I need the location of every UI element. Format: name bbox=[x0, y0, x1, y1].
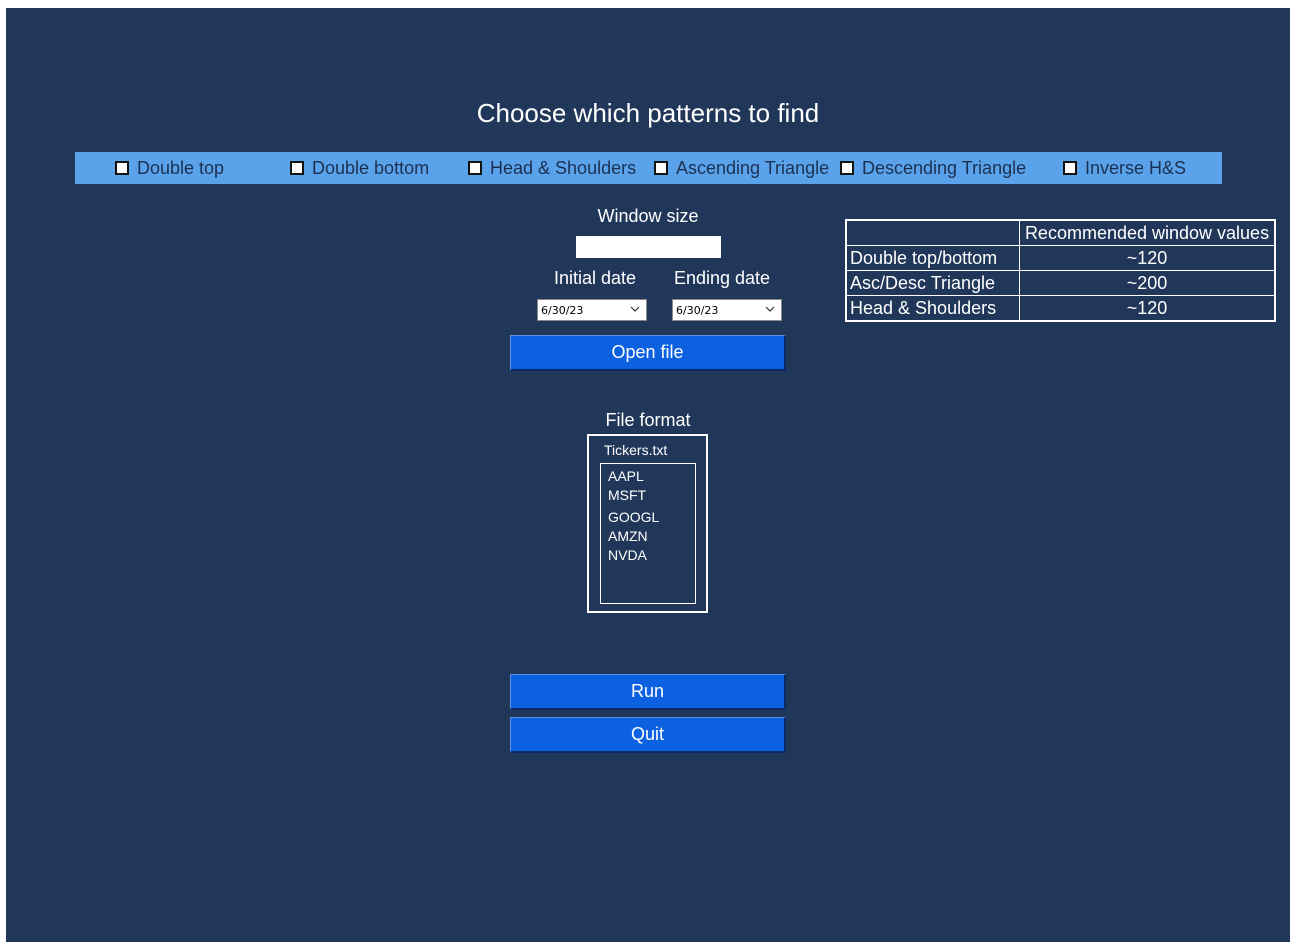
table-row: Asc/Desc Triangle ~200 bbox=[845, 270, 1276, 296]
ticker-item: AMZN bbox=[608, 528, 648, 544]
table-cell-value: ~200 bbox=[1019, 270, 1276, 296]
checkbox-label: Ascending Triangle bbox=[676, 157, 830, 178]
table-cell-value: ~120 bbox=[1019, 295, 1276, 322]
file-content-box: AAPL MSFT GOOGL AMZN NVDA bbox=[600, 463, 696, 604]
ending-date-label: Ending date bbox=[673, 268, 771, 288]
ticker-item: GOOGL bbox=[608, 509, 660, 525]
table-row: Double top/bottom ~120 bbox=[845, 245, 1276, 271]
table-header: Recommended window values bbox=[1019, 219, 1276, 246]
window-size-label: Window size bbox=[597, 206, 699, 226]
checkbox-inverse-hs[interactable]: Inverse H&S bbox=[1063, 152, 1186, 184]
checkbox-label: Double bottom bbox=[312, 157, 430, 178]
page-title: Choose which patterns to find bbox=[476, 98, 820, 128]
initial-date-value: 6/30/23 bbox=[541, 303, 584, 317]
checkbox-label: Descending Triangle bbox=[862, 157, 1027, 178]
ticker-item: AAPL bbox=[608, 468, 644, 484]
checkbox-label: Double top bbox=[137, 157, 225, 178]
open-file-button[interactable]: Open file bbox=[510, 335, 786, 371]
checkbox-double-bottom[interactable]: Double bottom bbox=[290, 152, 429, 184]
ticker-item: MSFT bbox=[608, 487, 647, 503]
chevron-down-icon bbox=[765, 306, 775, 312]
ticker-item: NVDA bbox=[608, 547, 647, 563]
recommended-values-table: Recommended window values Double top/bot… bbox=[845, 219, 1276, 322]
checkbox-double-top[interactable]: Double top bbox=[115, 152, 224, 184]
run-button[interactable]: Run bbox=[510, 674, 786, 710]
chevron-down-icon bbox=[630, 306, 640, 312]
table-cell-pattern: Head & Shoulders bbox=[845, 295, 1020, 322]
file-format-example: Tickers.txt AAPL MSFT GOOGL AMZN NVDA bbox=[587, 434, 708, 613]
table-cell-pattern: Asc/Desc Triangle bbox=[845, 270, 1020, 296]
checkbox-box[interactable] bbox=[115, 161, 129, 175]
checkbox-box[interactable] bbox=[1063, 161, 1077, 175]
checkbox-box[interactable] bbox=[468, 161, 482, 175]
checkbox-box[interactable] bbox=[654, 161, 668, 175]
pattern-checkbox-bar: Double top Double bottom Head & Shoulder… bbox=[75, 152, 1222, 184]
checkbox-box[interactable] bbox=[840, 161, 854, 175]
initial-date-label: Initial date bbox=[553, 268, 637, 288]
quit-button[interactable]: Quit bbox=[510, 717, 786, 753]
ending-date-picker[interactable]: 6/30/23 bbox=[672, 299, 782, 321]
checkbox-box[interactable] bbox=[290, 161, 304, 175]
table-header-row: Recommended window values bbox=[845, 219, 1276, 246]
initial-date-picker[interactable]: 6/30/23 bbox=[537, 299, 647, 321]
checkbox-label: Head & Shoulders bbox=[490, 157, 637, 178]
checkbox-descending-triangle[interactable]: Descending Triangle bbox=[840, 152, 1026, 184]
table-row: Head & Shoulders ~120 bbox=[845, 295, 1276, 322]
table-cell-pattern: Double top/bottom bbox=[845, 245, 1020, 271]
table-cell-value: ~120 bbox=[1019, 245, 1276, 271]
ending-date-value: 6/30/23 bbox=[676, 303, 719, 317]
window-size-input[interactable] bbox=[576, 236, 721, 258]
table-header-blank bbox=[845, 219, 1020, 246]
checkbox-head-shoulders[interactable]: Head & Shoulders bbox=[468, 152, 636, 184]
checkbox-label: Inverse H&S bbox=[1085, 157, 1187, 178]
file-name: Tickers.txt bbox=[604, 442, 668, 458]
checkbox-ascending-triangle[interactable]: Ascending Triangle bbox=[654, 152, 829, 184]
file-format-label: File format bbox=[605, 410, 691, 430]
app-window: Choose which patterns to find Double top… bbox=[6, 8, 1290, 942]
